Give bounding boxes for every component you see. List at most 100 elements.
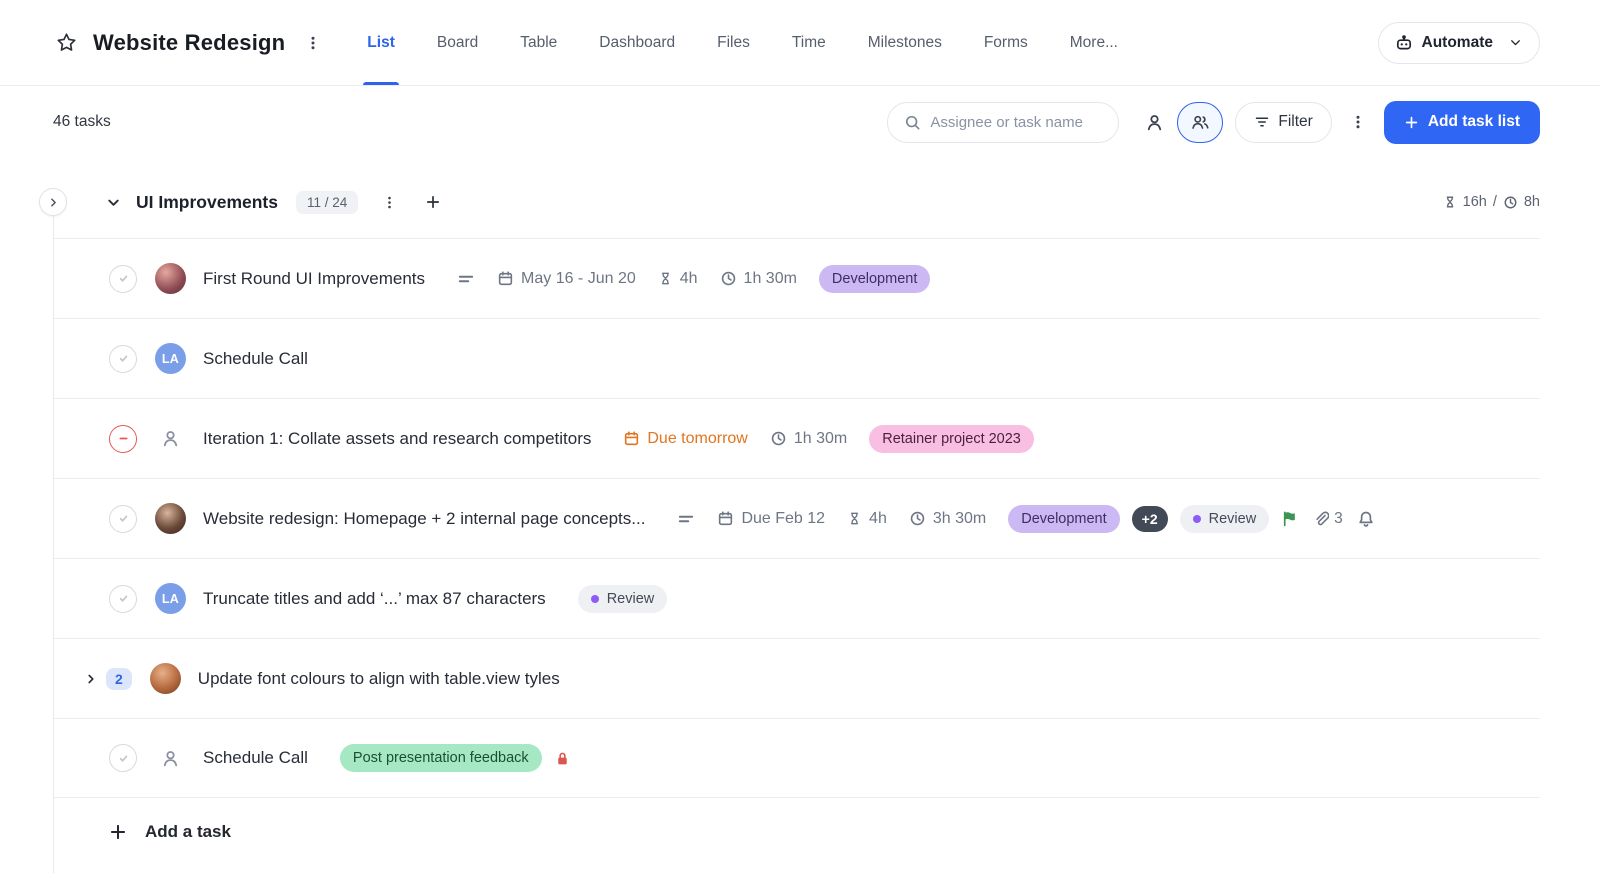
group-time-estimate: 16h: [1463, 194, 1487, 210]
attachment-count: 3: [1334, 510, 1343, 528]
person-icon: [1145, 113, 1164, 132]
reminder-button[interactable]: [1357, 510, 1375, 528]
paperclip-icon: [1312, 510, 1329, 527]
toolbar-menu-button[interactable]: [1344, 106, 1372, 138]
logged-text: 1h 30m: [744, 270, 797, 288]
assignee-avatar[interactable]: [155, 263, 186, 294]
task-title[interactable]: Update font colours to align with table.…: [198, 669, 560, 689]
tab-list[interactable]: List: [367, 0, 395, 85]
minus-icon: [116, 431, 131, 446]
tab-files[interactable]: Files: [717, 0, 750, 85]
clock-icon: [909, 510, 926, 527]
favorite-star-button[interactable]: [56, 32, 77, 53]
chevron-down-icon: [105, 194, 122, 211]
search-input[interactable]: [930, 114, 1102, 131]
group-assignee-toggle-button[interactable]: [1177, 102, 1223, 143]
tag-development[interactable]: Development: [819, 265, 930, 293]
chevron-right-icon: [84, 672, 98, 686]
add-task-button[interactable]: Add a task: [109, 822, 231, 842]
assignee-avatar[interactable]: [150, 663, 181, 694]
check-icon: [116, 751, 131, 766]
task-title[interactable]: Schedule Call: [203, 748, 308, 768]
complete-task-button[interactable]: [109, 505, 137, 533]
star-icon: [56, 32, 77, 53]
people-group-icon: [1190, 112, 1210, 132]
complete-task-button[interactable]: [109, 345, 137, 373]
plus-icon: [1404, 115, 1419, 130]
calendar-icon: [623, 430, 640, 447]
tag-development[interactable]: Development: [1008, 505, 1119, 533]
blocked-task-button[interactable]: [109, 425, 137, 453]
group-menu-button[interactable]: [378, 191, 401, 214]
tab-board[interactable]: Board: [437, 0, 478, 85]
task-row[interactable]: 2 Update font colours to align with tabl…: [53, 638, 1540, 718]
status-label: Review: [607, 591, 655, 607]
group-add-task-button[interactable]: [421, 190, 445, 214]
complete-task-button[interactable]: [109, 265, 137, 293]
hourglass-icon: [847, 511, 862, 526]
status-badge-review[interactable]: Review: [578, 585, 668, 613]
add-task-label: Add a task: [145, 822, 231, 842]
task-row[interactable]: LA Truncate titles and add ‘...’ max 87 …: [53, 558, 1540, 638]
task-title[interactable]: Iteration 1: Collate assets and research…: [203, 429, 591, 449]
subtask-expander: 2: [84, 668, 132, 690]
add-task-list-button[interactable]: Add task list: [1384, 101, 1540, 144]
assignee-avatar[interactable]: [155, 503, 186, 534]
tab-time[interactable]: Time: [792, 0, 826, 85]
task-row[interactable]: LA Schedule Call: [53, 318, 1540, 398]
project-header: Website Redesign List Board Table Dashbo…: [0, 0, 1600, 86]
search-box[interactable]: [887, 102, 1119, 143]
complete-task-button[interactable]: [109, 744, 137, 772]
project-header-left: Website Redesign: [56, 0, 325, 85]
robot-icon: [1395, 34, 1413, 52]
filter-icon: [1254, 114, 1270, 130]
time-separator: /: [1493, 194, 1497, 210]
calendar-icon: [497, 270, 514, 287]
tab-more[interactable]: More...: [1070, 0, 1118, 85]
task-title[interactable]: Website redesign: Homepage + 2 internal …: [203, 509, 645, 529]
expand-subtasks-button[interactable]: [84, 672, 98, 686]
task-title[interactable]: First Round UI Improvements: [203, 269, 425, 289]
tab-forms[interactable]: Forms: [984, 0, 1028, 85]
single-assignee-toggle-button[interactable]: [1131, 102, 1177, 143]
task-estimate: 4h: [658, 270, 698, 288]
unassigned-avatar[interactable]: [155, 743, 186, 774]
collapse-panel-button[interactable]: [39, 188, 67, 216]
status-dot: [1193, 515, 1201, 523]
project-menu-button[interactable]: [301, 31, 325, 55]
task-title[interactable]: Truncate titles and add ‘...’ max 87 cha…: [203, 589, 546, 609]
group-title: UI Improvements: [136, 192, 278, 213]
tab-table[interactable]: Table: [520, 0, 557, 85]
attachments-button[interactable]: 3: [1312, 510, 1343, 528]
task-rows: First Round UI Improvements May 16 - Jun…: [53, 238, 1540, 798]
tab-dashboard[interactable]: Dashboard: [599, 0, 675, 85]
due-date-text: Due tomorrow: [647, 430, 747, 448]
tag-post-presentation-feedback[interactable]: Post presentation feedback: [340, 744, 542, 772]
unassigned-avatar[interactable]: [155, 423, 186, 454]
search-icon: [904, 114, 921, 131]
plus-icon: [109, 823, 127, 841]
estimate-text: 4h: [680, 270, 698, 288]
tab-milestones[interactable]: Milestones: [868, 0, 942, 85]
tag-retainer-project[interactable]: Retainer project 2023: [869, 425, 1034, 453]
filter-button[interactable]: Filter: [1235, 102, 1331, 143]
subtask-count-badge[interactable]: 2: [106, 668, 132, 690]
check-icon: [116, 591, 131, 606]
task-row[interactable]: First Round UI Improvements May 16 - Jun…: [53, 238, 1540, 318]
task-row[interactable]: Iteration 1: Collate assets and research…: [53, 398, 1540, 478]
assignee-avatar[interactable]: LA: [155, 583, 186, 614]
check-icon: [116, 271, 131, 286]
complete-task-button[interactable]: [109, 585, 137, 613]
kebab-icon: [1350, 114, 1366, 130]
more-tags-badge[interactable]: +2: [1132, 506, 1168, 532]
status-badge-review[interactable]: Review: [1180, 505, 1270, 533]
task-row[interactable]: Website redesign: Homepage + 2 internal …: [53, 478, 1540, 558]
assignee-avatar[interactable]: LA: [155, 343, 186, 374]
page-title: Website Redesign: [93, 30, 285, 56]
task-title[interactable]: Schedule Call: [203, 349, 308, 369]
task-row[interactable]: Schedule Call Post presentation feedback: [53, 718, 1540, 798]
clock-icon: [1503, 195, 1518, 210]
group-collapse-button[interactable]: [103, 192, 124, 213]
chevron-down-icon: [1508, 35, 1523, 50]
automate-button[interactable]: Automate: [1378, 22, 1540, 64]
